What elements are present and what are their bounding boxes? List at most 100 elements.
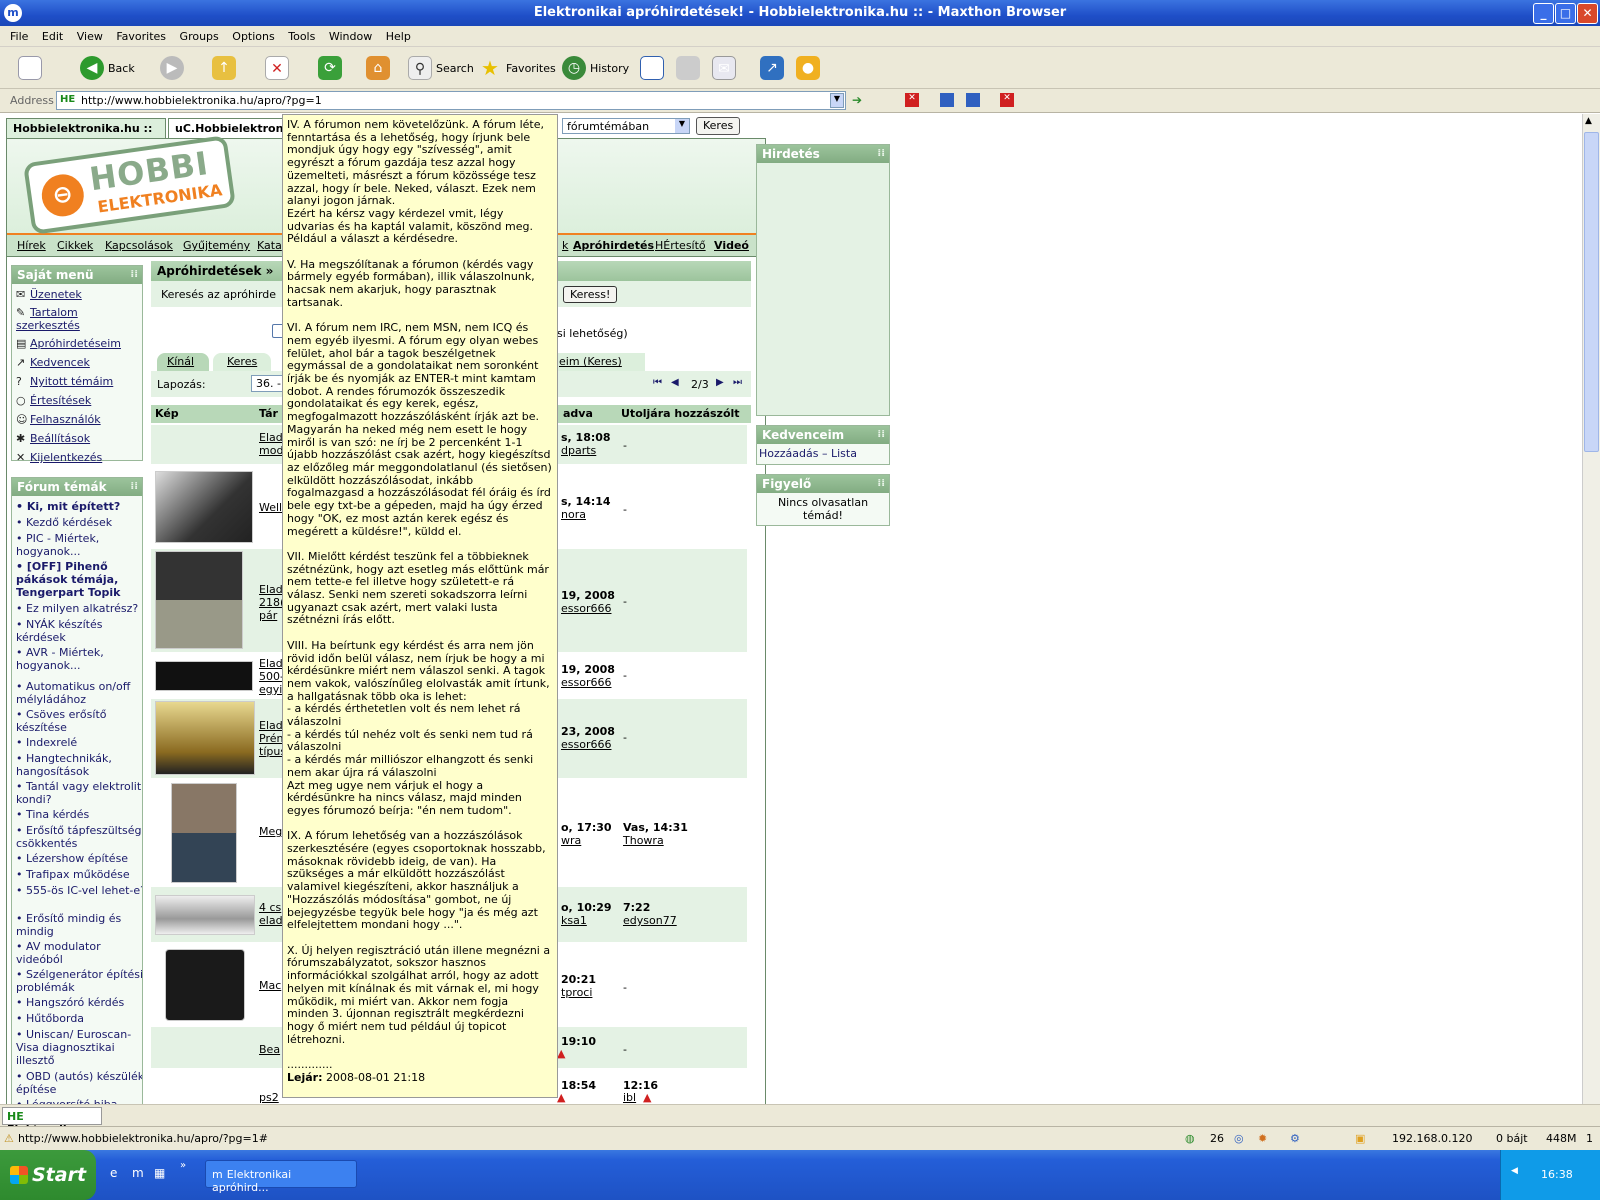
stop-button[interactable]: ✕ — [265, 53, 293, 83]
menu-favorites[interactable]: Favorites — [116, 30, 166, 43]
menu-kijelentkezes[interactable]: ✕ Kijelentkezés — [16, 451, 102, 464]
menu-felhasznalok[interactable]: ☺ Felhasználók — [16, 413, 101, 426]
network-icon[interactable]: ◎ — [1234, 1132, 1244, 1145]
minimize-button[interactable]: _ — [1533, 3, 1554, 24]
forum-item[interactable]: • Kezdő kérdések — [16, 516, 142, 529]
address-dropdown-icon[interactable]: ▼ — [830, 93, 844, 108]
maximize-button[interactable]: □ — [1555, 3, 1576, 24]
go-icon[interactable]: ➔ — [852, 93, 862, 107]
forum-item[interactable]: • NYÁK készítés kérdések — [16, 618, 142, 644]
desktop-quicklaunch-icon[interactable]: ▦ — [154, 1166, 165, 1180]
browser-tab[interactable]: HE Elektronika... — [2, 1107, 102, 1136]
forum-item[interactable]: • Trafipax működése — [16, 868, 142, 881]
favorites-button[interactable]: ★ Favorites — [478, 53, 556, 83]
close-button[interactable]: ✕ — [1577, 3, 1598, 24]
drag-handle-icon[interactable]: ⁞⁞ — [877, 478, 885, 489]
nav-hertesito[interactable]: HÉrtesítő — [655, 239, 706, 252]
forum-item[interactable]: • Uniscan/ Euroscan-Visa diagnosztikai i… — [16, 1028, 142, 1067]
last-page-icon[interactable]: ⏭ — [733, 377, 742, 388]
ad-thumbnail[interactable] — [155, 661, 253, 691]
sidebar-toggle-button[interactable] — [640, 53, 668, 83]
forum-item[interactable]: • Szélgenerátor építési problémák — [16, 968, 142, 994]
forum-item[interactable]: • Erősítő mindig és mindig — [16, 912, 142, 938]
forum-item[interactable]: • Indexrelé — [16, 736, 142, 749]
drag-handle-icon[interactable]: ⁞⁞ — [877, 148, 885, 159]
forum-item[interactable]: • Ez milyen alkatrész? — [16, 602, 142, 615]
drag-handle-icon[interactable]: ⁞⁞ — [877, 429, 885, 440]
next-page-icon[interactable]: ▶ — [716, 377, 724, 388]
forum-item[interactable]: • Lézershow építése — [16, 852, 142, 865]
menu-nyitott-temaim[interactable]: ? Nyitott témáim — [16, 375, 113, 388]
forward-button[interactable]: ▶ — [160, 53, 188, 83]
hobbielektronika-logo[interactable]: ⊖ HOBBI ELEKTRONIKA — [22, 135, 237, 235]
menu-ertesitesek[interactable]: ○ Értesítések — [16, 394, 91, 407]
drag-handle-icon[interactable]: ⁞⁞ — [130, 269, 138, 280]
forum-item[interactable]: • Hangtechnikák, hangosítások — [16, 752, 142, 778]
forum-item[interactable]: • Hangszóró kérdés — [16, 996, 142, 1009]
forum-item[interactable]: • Hűtőborda — [16, 1012, 142, 1025]
menu-kedvencek[interactable]: ↗ Kedvencek — [16, 356, 90, 369]
plugin-button[interactable]: ● — [796, 53, 824, 83]
forum-item[interactable]: • [OFF] Pihenő pákások témája, Tengerpar… — [16, 560, 142, 599]
drag-handle-icon[interactable]: ⁞⁞ — [130, 481, 138, 492]
tab-kinal[interactable]: Kínál — [157, 353, 209, 371]
menu-file[interactable]: File — [10, 30, 28, 43]
fullscreen-button[interactable]: ↗ — [760, 53, 788, 83]
new-page-button[interactable] — [18, 53, 46, 83]
forum-item[interactable]: • Automatikus on/off mélyládához — [16, 680, 142, 706]
scroll-up-icon[interactable]: ▲ — [1585, 116, 1592, 126]
menu-help[interactable]: Help — [386, 30, 411, 43]
settings-icon[interactable]: ⚙ — [1290, 1132, 1300, 1145]
popup-blocker-icon[interactable]: ◍ — [1185, 1132, 1195, 1145]
ad-thumbnail[interactable] — [165, 949, 245, 1021]
tab-keres[interactable]: Keres — [213, 353, 271, 371]
start-button[interactable]: Start — [0, 1150, 96, 1200]
forum-item[interactable]: • Erősítő tápfeszültség csökkentés — [16, 824, 142, 850]
taskbar-window-item[interactable]: m Elektronikai apróhird... — [205, 1160, 357, 1194]
vertical-scrollbar[interactable]: ▲ ▼ — [1582, 114, 1600, 1124]
menu-groups[interactable]: Groups — [180, 30, 219, 43]
nav-kapcsolasok[interactable]: Kapcsolások — [105, 239, 173, 252]
tray-tool-icon[interactable]: ✹ — [1258, 1132, 1267, 1145]
menu-options[interactable]: Options — [232, 30, 274, 43]
forum-item[interactable]: • OBD (autós) készülék építése — [16, 1070, 142, 1096]
forum-item[interactable]: • Csöves erősítő készítése — [16, 708, 142, 734]
nav-video[interactable]: Videó — [714, 239, 749, 252]
forum-item[interactable]: • AVR - Miértek, hogyanok... — [16, 646, 142, 672]
site-tab-uc[interactable]: uC.Hobbielektroni — [168, 118, 283, 138]
forum-search-button[interactable]: Keres — [696, 117, 741, 135]
hozzaadas-link[interactable]: Hozzáadás — [759, 447, 819, 460]
tab-sajat-keres[interactable]: eim (Keres) — [555, 353, 645, 371]
forum-item[interactable]: • Ki, mit épített? — [16, 500, 142, 513]
back-button[interactable]: ◀ Back — [80, 53, 135, 83]
menu-view[interactable]: View — [77, 30, 103, 43]
menu-tartalom-szerkesztes[interactable]: ✎ Tartalom szerkesztés — [16, 306, 136, 332]
lista-link[interactable]: Lista — [831, 447, 857, 460]
search-button[interactable]: ⚲ Search — [408, 53, 474, 83]
nav-k[interactable]: k — [562, 239, 568, 252]
close-all-icon[interactable]: ✕ — [1000, 93, 1014, 107]
ad-thumbnail[interactable] — [171, 783, 237, 883]
forum-item[interactable]: • AV modulator videóból — [16, 940, 142, 966]
prev-page-icon[interactable]: ◀ — [671, 377, 679, 388]
nav-hirek[interactable]: Hírek — [17, 239, 46, 252]
restore-tab-icon[interactable] — [966, 93, 980, 107]
maxthon-quicklaunch-icon[interactable]: m — [132, 1166, 144, 1180]
up-button[interactable]: ↑ — [212, 53, 240, 83]
menu-edit[interactable]: Edit — [42, 30, 63, 43]
nav-aprohirdetes[interactable]: Apróhirdetés — [573, 239, 654, 252]
mail-button[interactable]: ✉ — [712, 53, 740, 83]
search-scope-select[interactable]: fórumtémában ▼ — [562, 118, 690, 134]
ad-thumbnail[interactable] — [155, 701, 255, 775]
expand-quicklaunch-icon[interactable]: » — [180, 1160, 186, 1171]
ad-thumbnail[interactable] — [155, 895, 255, 935]
ad-thumbnail[interactable] — [155, 551, 243, 649]
refresh-button[interactable]: ⟳ — [318, 53, 346, 83]
history-button[interactable]: ◷ History — [562, 53, 629, 83]
menu-uzenetek[interactable]: ✉ Üzenetek — [16, 288, 82, 301]
ad-thumbnail[interactable] — [155, 471, 253, 543]
scrollbar-thumb[interactable] — [1584, 132, 1599, 452]
print-button[interactable] — [676, 53, 704, 83]
nav-cikkek[interactable]: Cikkek — [57, 239, 93, 252]
home-button[interactable]: ⌂ — [366, 53, 394, 83]
